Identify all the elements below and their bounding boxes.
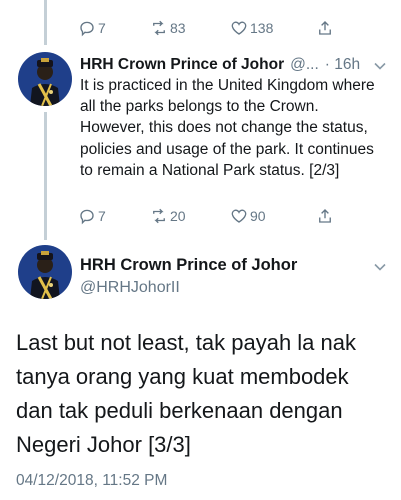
reply-count: 7: [98, 20, 106, 36]
retweet-button[interactable]: 83: [150, 18, 230, 38]
avatar[interactable]: [18, 52, 72, 106]
chevron-down-icon[interactable]: [373, 59, 387, 73]
like-button[interactable]: 90: [230, 206, 316, 226]
avatar[interactable]: [18, 245, 72, 299]
heart-icon: [231, 209, 247, 223]
retweet-icon: [153, 208, 165, 224]
chevron-down-icon[interactable]: [373, 260, 387, 274]
username[interactable]: @HRHJohorII: [80, 278, 180, 298]
tweet-timestamp[interactable]: 04/12/2018, 11:52 PM: [16, 472, 167, 490]
display-name[interactable]: HRH Crown Prince of Johor: [80, 55, 284, 75]
reply-tweet-header: HRH Crown Prince of Johor @... · 16h: [80, 55, 387, 75]
reply-button[interactable]: 7: [78, 18, 150, 38]
reply-icon: [80, 21, 94, 37]
retweet-count: 83: [170, 20, 186, 36]
like-button[interactable]: 138: [230, 18, 316, 38]
prev-tweet-actions: 7 83 138: [78, 18, 334, 38]
tweet-time: · 16h: [324, 56, 361, 73]
like-count: 90: [250, 208, 266, 224]
reply-count: 7: [98, 208, 106, 224]
retweet-count: 20: [170, 208, 186, 224]
username[interactable]: @...: [290, 55, 319, 75]
profile-photo: [18, 52, 72, 106]
retweet-button[interactable]: 20: [150, 206, 230, 226]
tweet-text: Last but not least, tak payah la nak tan…: [16, 330, 357, 457]
heart-icon: [231, 21, 247, 35]
share-icon: [319, 21, 331, 35]
tweet-text: It is practiced in the United Kingdom wh…: [80, 77, 375, 179]
thread-line-top: [44, 0, 47, 45]
reply-icon: [80, 209, 94, 225]
share-button[interactable]: [316, 206, 334, 226]
retweet-icon: [153, 20, 165, 36]
share-icon: [319, 209, 331, 223]
reply-button[interactable]: 7: [78, 206, 150, 226]
thread-line-middle: [44, 112, 47, 240]
like-count: 138: [250, 20, 274, 36]
profile-photo: [18, 245, 72, 299]
share-button[interactable]: [316, 18, 334, 38]
reply-tweet-actions: 7 20 90: [78, 206, 334, 226]
display-name[interactable]: HRH Crown Prince of Johor: [80, 255, 297, 275]
